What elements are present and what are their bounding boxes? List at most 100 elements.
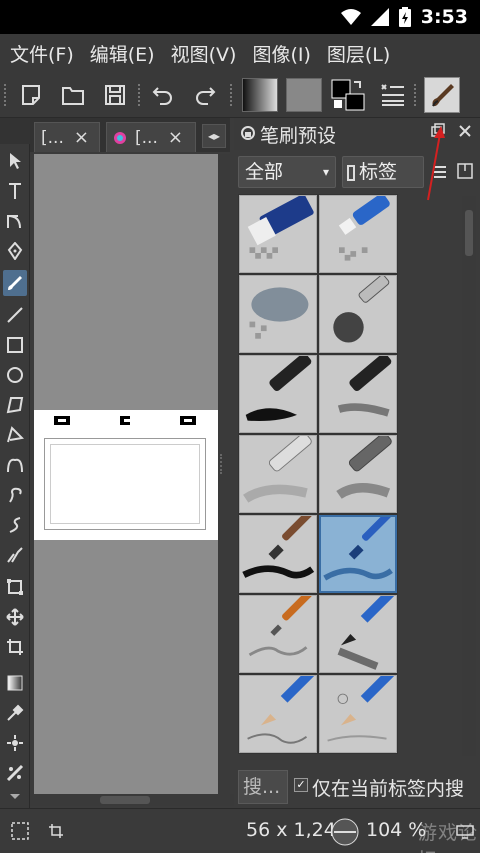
pattern-selector-button[interactable] bbox=[286, 78, 322, 112]
gradient-selector-button[interactable] bbox=[242, 78, 278, 112]
splitter-handle-icon[interactable] bbox=[220, 454, 228, 474]
brush-preset-blender-soft[interactable] bbox=[239, 275, 317, 353]
brush-preset-pencil-blue[interactable] bbox=[239, 675, 317, 753]
document-canvas[interactable] bbox=[34, 410, 218, 540]
brush-preset-eraser-block[interactable] bbox=[239, 195, 317, 273]
close-docker-icon[interactable] bbox=[458, 124, 472, 138]
text-tool[interactable] bbox=[3, 178, 27, 204]
brush-preset-pencil-sketch[interactable] bbox=[319, 675, 397, 753]
transform-handle[interactable] bbox=[120, 416, 132, 425]
ellipse-tool[interactable] bbox=[3, 362, 27, 388]
undo-icon bbox=[152, 87, 172, 105]
crop-tool[interactable] bbox=[3, 634, 27, 660]
paintbrush-icon bbox=[432, 84, 454, 107]
multibrush-tool[interactable] bbox=[3, 542, 27, 568]
scrollbar-thumb[interactable] bbox=[465, 210, 473, 256]
polyline-tool[interactable] bbox=[3, 422, 27, 448]
transform-handle[interactable] bbox=[54, 416, 70, 425]
brush-preset-marker-light[interactable] bbox=[239, 435, 317, 513]
redo-button[interactable] bbox=[190, 80, 220, 110]
save-button[interactable] bbox=[100, 80, 130, 110]
document-tab[interactable]: [... × bbox=[34, 122, 100, 152]
tag-button[interactable]: 标签 bbox=[342, 156, 424, 188]
close-tab-icon[interactable]: × bbox=[168, 127, 183, 148]
lock-icon[interactable] bbox=[240, 125, 256, 141]
toolbox-scroll-down[interactable] bbox=[3, 790, 27, 804]
rectangle-tool[interactable] bbox=[3, 332, 27, 358]
polyline-icon bbox=[7, 426, 24, 443]
brush-preset-paint-brush-selected[interactable] bbox=[319, 515, 397, 593]
zoom-slider-knob-icon[interactable] bbox=[330, 817, 360, 847]
transform-tool[interactable] bbox=[3, 574, 27, 600]
ink-pen-black-icon bbox=[245, 356, 312, 421]
brush-preset-eraser-pen[interactable] bbox=[319, 195, 397, 273]
eyedropper-icon bbox=[7, 704, 24, 721]
color-swap-button[interactable] bbox=[330, 78, 366, 112]
undo-button[interactable] bbox=[148, 80, 178, 110]
transform-handle[interactable] bbox=[180, 416, 196, 425]
brush-preset-ink-pen-gray[interactable] bbox=[319, 355, 397, 433]
brush-settings-button[interactable] bbox=[378, 80, 408, 110]
close-tab-icon[interactable]: × bbox=[74, 127, 89, 148]
brush-preset-marker-dark[interactable] bbox=[319, 435, 397, 513]
polygon-tool[interactable] bbox=[3, 392, 27, 418]
menu-layer[interactable]: 图层(L) bbox=[327, 40, 390, 67]
move-tool[interactable] bbox=[3, 604, 27, 630]
pencil-sketch-icon bbox=[327, 676, 396, 742]
brush-preset-bristle-brush[interactable] bbox=[239, 595, 317, 673]
krita-logo-icon bbox=[114, 131, 126, 144]
bezier-tool[interactable] bbox=[3, 452, 27, 478]
freehand-path-icon bbox=[9, 487, 22, 503]
canvas-vertical-scrollbar[interactable] bbox=[218, 154, 230, 794]
freehand-path-tool[interactable] bbox=[3, 482, 27, 508]
color-picker-tool[interactable] bbox=[3, 700, 27, 726]
smart-patch-tool[interactable] bbox=[3, 730, 27, 756]
toolbar-grip-icon[interactable] bbox=[230, 84, 234, 106]
brush-preset-chooser-button[interactable] bbox=[424, 77, 460, 113]
menu-view[interactable]: 视图(V) bbox=[171, 40, 237, 67]
assistant-tool[interactable] bbox=[3, 760, 27, 786]
tab-scroll-button[interactable]: ◂▸ bbox=[202, 124, 226, 148]
tag-checkbox-icon bbox=[347, 164, 355, 181]
brush-preset-paint-brush-round[interactable] bbox=[239, 515, 317, 593]
battery-icon bbox=[398, 7, 411, 27]
edit-shapes-icon bbox=[7, 215, 21, 229]
brush-search-input[interactable]: 搜... bbox=[238, 770, 288, 804]
calligraphy-tool[interactable] bbox=[3, 238, 27, 264]
canvas-horizontal-scrollbar[interactable] bbox=[30, 794, 234, 806]
menu-image[interactable]: 图像(I) bbox=[252, 40, 310, 67]
toolbar-grip-icon[interactable] bbox=[414, 84, 418, 106]
scrollbar-thumb[interactable] bbox=[100, 796, 150, 804]
brush-search-row: 搜... ✓ 仅在当前标签内搜 bbox=[234, 764, 480, 808]
multibrush-icon bbox=[7, 547, 23, 563]
crop-indicator-icon[interactable] bbox=[48, 823, 64, 839]
text-icon bbox=[9, 183, 21, 199]
app-root: 3:53 文件(F) 编辑(E) 视图(V) 图像(I) 图层(L) [... … bbox=[0, 0, 480, 853]
canvas-area[interactable] bbox=[34, 154, 218, 794]
selection-mode-icon[interactable] bbox=[10, 821, 30, 841]
new-document-button[interactable] bbox=[16, 80, 46, 110]
open-document-button[interactable] bbox=[58, 80, 88, 110]
dynamic-brush-tool[interactable] bbox=[3, 512, 27, 538]
brush-preset-grid bbox=[238, 194, 398, 754]
menu-edit[interactable]: 编辑(E) bbox=[90, 40, 155, 67]
toolbar-grip-icon[interactable] bbox=[138, 84, 142, 106]
gradient-tool[interactable] bbox=[3, 670, 27, 696]
freehand-brush-tool[interactable] bbox=[3, 270, 27, 296]
brush-preset-ink-pen-black[interactable] bbox=[239, 355, 317, 433]
select-tool[interactable] bbox=[3, 148, 27, 174]
watermark: 游戏论坛 bbox=[418, 822, 479, 853]
tag-filter-select[interactable]: 全部 ▾ bbox=[238, 156, 336, 188]
menu-file[interactable]: 文件(F) bbox=[10, 40, 74, 67]
brush-preset-airbrush[interactable] bbox=[319, 275, 397, 353]
search-in-tag-checkbox[interactable]: ✓ bbox=[294, 778, 308, 792]
line-tool[interactable] bbox=[3, 302, 27, 328]
toolbar-grip-icon[interactable] bbox=[4, 84, 8, 106]
brush-preset-pencil-charcoal[interactable] bbox=[319, 595, 397, 673]
edit-shapes-tool[interactable] bbox=[3, 208, 27, 234]
folder-icon bbox=[62, 87, 84, 105]
brush-list-scrollbar[interactable] bbox=[462, 196, 476, 756]
brush-editor-icon[interactable] bbox=[456, 162, 474, 180]
main-toolbar bbox=[0, 72, 480, 118]
document-tab-active[interactable]: [... × bbox=[106, 122, 196, 152]
